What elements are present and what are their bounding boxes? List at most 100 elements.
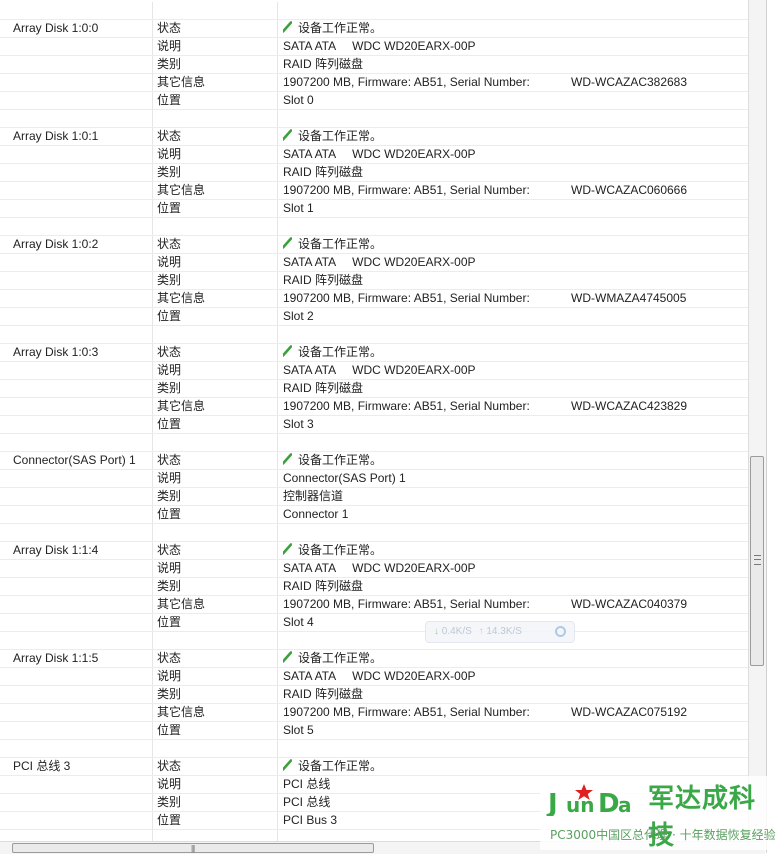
property-key: 说明 [157,39,182,53]
property-key: 说明 [157,147,182,161]
property-key: 位置 [157,201,182,215]
property-key: 类别 [157,489,182,503]
vertical-scroll-thumb[interactable] [750,456,764,666]
property-value-text: 设备工作正常。 [298,345,383,359]
property-value: 设备工作正常。 [283,452,743,469]
table-row[interactable]: Connector(SAS Port) 1 状态 设备工作正常。 [0,452,748,470]
property-value: 设备工作正常。 [283,128,743,145]
table-row[interactable]: 其它信息 1907200 MB, Firmware: AB51, Serial N… [0,74,748,92]
device-name: Connector(SAS Port) 1 [13,453,136,467]
property-value-text: 设备工作正常。 [298,543,383,557]
serial-number: WD-WCAZAC382683 [571,75,688,89]
property-value: 设备工作正常。 [283,20,743,37]
table-row[interactable]: Array Disk 1:1:4 状态 设备工作正常。 [0,542,748,560]
property-key: 说明 [157,363,182,377]
svg-text:J: J [546,789,558,816]
table-row[interactable]: 说明 SATA ATA WDC WD20EARX-00P [0,362,748,380]
property-value: RAID 阵列磁盘 [283,164,743,181]
property-value-text: 1907200 MB, Firmware: AB51, Serial Numbe… [283,183,530,197]
property-value-text: 1907200 MB, Firmware: AB51, Serial Numbe… [283,705,530,719]
device-name: Array Disk 1:0:0 [13,21,99,35]
property-key: 说明 [157,669,182,683]
spacer-row [0,326,748,344]
property-key: 类别 [157,165,182,179]
table-row[interactable]: Array Disk 1:0:3 状态 设备工作正常。 [0,344,748,362]
table-row[interactable]: 位置 Slot 5 [0,722,748,740]
table-row[interactable]: 位置 Slot 2 [0,308,748,326]
table-row[interactable]: 位置 Slot 3 [0,416,748,434]
table-row[interactable]: 其它信息 1907200 MB, Firmware: AB51, Serial N… [0,704,748,722]
check-icon [283,759,292,771]
table-row[interactable]: Array Disk 1:0:2 状态 设备工作正常。 [0,236,748,254]
table-row[interactable]: 说明 SATA ATA WDC WD20EARX-00P [0,38,748,56]
device-name: Array Disk 1:0:3 [13,345,99,359]
junda-logo-icon: J un D a [546,784,632,816]
table-row[interactable]: PCI 总线 3 状态 设备工作正常。 [0,758,748,776]
table-row[interactable]: 其它信息 1907200 MB, Firmware: AB51, Serial N… [0,596,748,614]
table-row[interactable]: 其它信息 1907200 MB, Firmware: AB51, Serial N… [0,182,748,200]
table-row[interactable]: 类别 RAID 阵列磁盘 [0,380,748,398]
table-row[interactable]: 类别 RAID 阵列磁盘 [0,56,748,74]
property-value-text: Connector 1 [283,507,349,521]
table-row[interactable]: 说明 SATA ATA WDC WD20EARX-00P [0,560,748,578]
horizontal-scroll-thumb[interactable]: ||| [12,843,374,853]
property-value-text: RAID 阵列磁盘 [283,165,364,179]
property-value: 1907200 MB, Firmware: AB51, Serial Numbe… [283,290,743,307]
property-value: 1907200 MB, Firmware: AB51, Serial Numbe… [283,182,743,199]
property-value: 控制器信道 [283,488,743,505]
property-value: Slot 0 [283,92,743,109]
spacer-row [0,218,748,236]
property-key: 说明 [157,255,182,269]
table-row[interactable]: 类别 RAID 阵列磁盘 [0,272,748,290]
table-row[interactable]: 类别 RAID 阵列磁盘 [0,686,748,704]
property-key: 其它信息 [157,291,206,305]
property-value: Slot 1 [283,200,743,217]
check-icon [283,345,292,357]
table-row[interactable]: 说明 Connector(SAS Port) 1 [0,470,748,488]
property-value-text: 设备工作正常。 [298,21,383,35]
table-row[interactable]: 类别 RAID 阵列磁盘 [0,578,748,596]
property-value-text: SATA ATA WDC WD20EARX-00P [283,363,476,377]
property-key: 位置 [157,93,182,107]
property-value: Connector 1 [283,506,743,523]
table-row[interactable]: 其它信息 1907200 MB, Firmware: AB51, Serial N… [0,398,748,416]
table-row[interactable]: 位置 Slot 4 [0,614,748,632]
table-row[interactable]: Array Disk 1:0:1 状态 设备工作正常。 [0,128,748,146]
property-value-text: 设备工作正常。 [298,237,383,251]
property-value-text: RAID 阵列磁盘 [283,579,364,593]
table-row[interactable]: 类别 RAID 阵列磁盘 [0,164,748,182]
device-grid: Array Disk 1:0:0 状态 设备工作正常。 说明 SATA ATA WDC … [0,2,748,841]
property-value-text: PCI 总线 [283,795,331,809]
check-icon [283,21,292,33]
property-key: 状态 [157,345,182,359]
property-value: RAID 阵列磁盘 [283,272,743,289]
download-speed: 0.4K/S [441,626,472,637]
table-row[interactable]: 位置 Slot 1 [0,200,748,218]
serial-number: WD-WCAZAC060666 [571,183,688,197]
vertical-scrollbar[interactable] [748,0,766,841]
svg-text:a: a [618,793,632,816]
table-row[interactable]: 类别 控制器信道 [0,488,748,506]
property-key: 位置 [157,813,182,827]
property-key: 说明 [157,777,182,791]
network-speed-widget[interactable]: ↓ 0.4K/S ↑ 14.3K/S [425,621,575,643]
refresh-icon[interactable] [555,626,566,637]
serial-number: WD-WCAZAC075192 [571,705,688,719]
table-row[interactable]: Array Disk 1:1:5 状态 设备工作正常。 [0,650,748,668]
property-value-text: 1907200 MB, Firmware: AB51, Serial Numbe… [283,399,530,413]
property-value: RAID 阵列磁盘 [283,380,743,397]
table-row[interactable]: Array Disk 1:0:0 状态 设备工作正常。 [0,20,748,38]
property-value: SATA ATA WDC WD20EARX-00P [283,362,743,379]
table-row[interactable]: 其它信息 1907200 MB, Firmware: AB51, Serial N… [0,290,748,308]
property-value-text: Slot 0 [283,93,314,107]
property-key: 状态 [157,543,182,557]
table-row[interactable]: 位置 Slot 0 [0,92,748,110]
property-key: 状态 [157,453,182,467]
spacer-row [0,2,748,20]
table-row[interactable]: 位置 Connector 1 [0,506,748,524]
table-row[interactable]: 说明 SATA ATA WDC WD20EARX-00P [0,668,748,686]
check-icon [283,543,292,555]
table-row[interactable]: 说明 SATA ATA WDC WD20EARX-00P [0,146,748,164]
table-row[interactable]: 说明 SATA ATA WDC WD20EARX-00P [0,254,748,272]
property-value: 1907200 MB, Firmware: AB51, Serial Numbe… [283,704,743,721]
